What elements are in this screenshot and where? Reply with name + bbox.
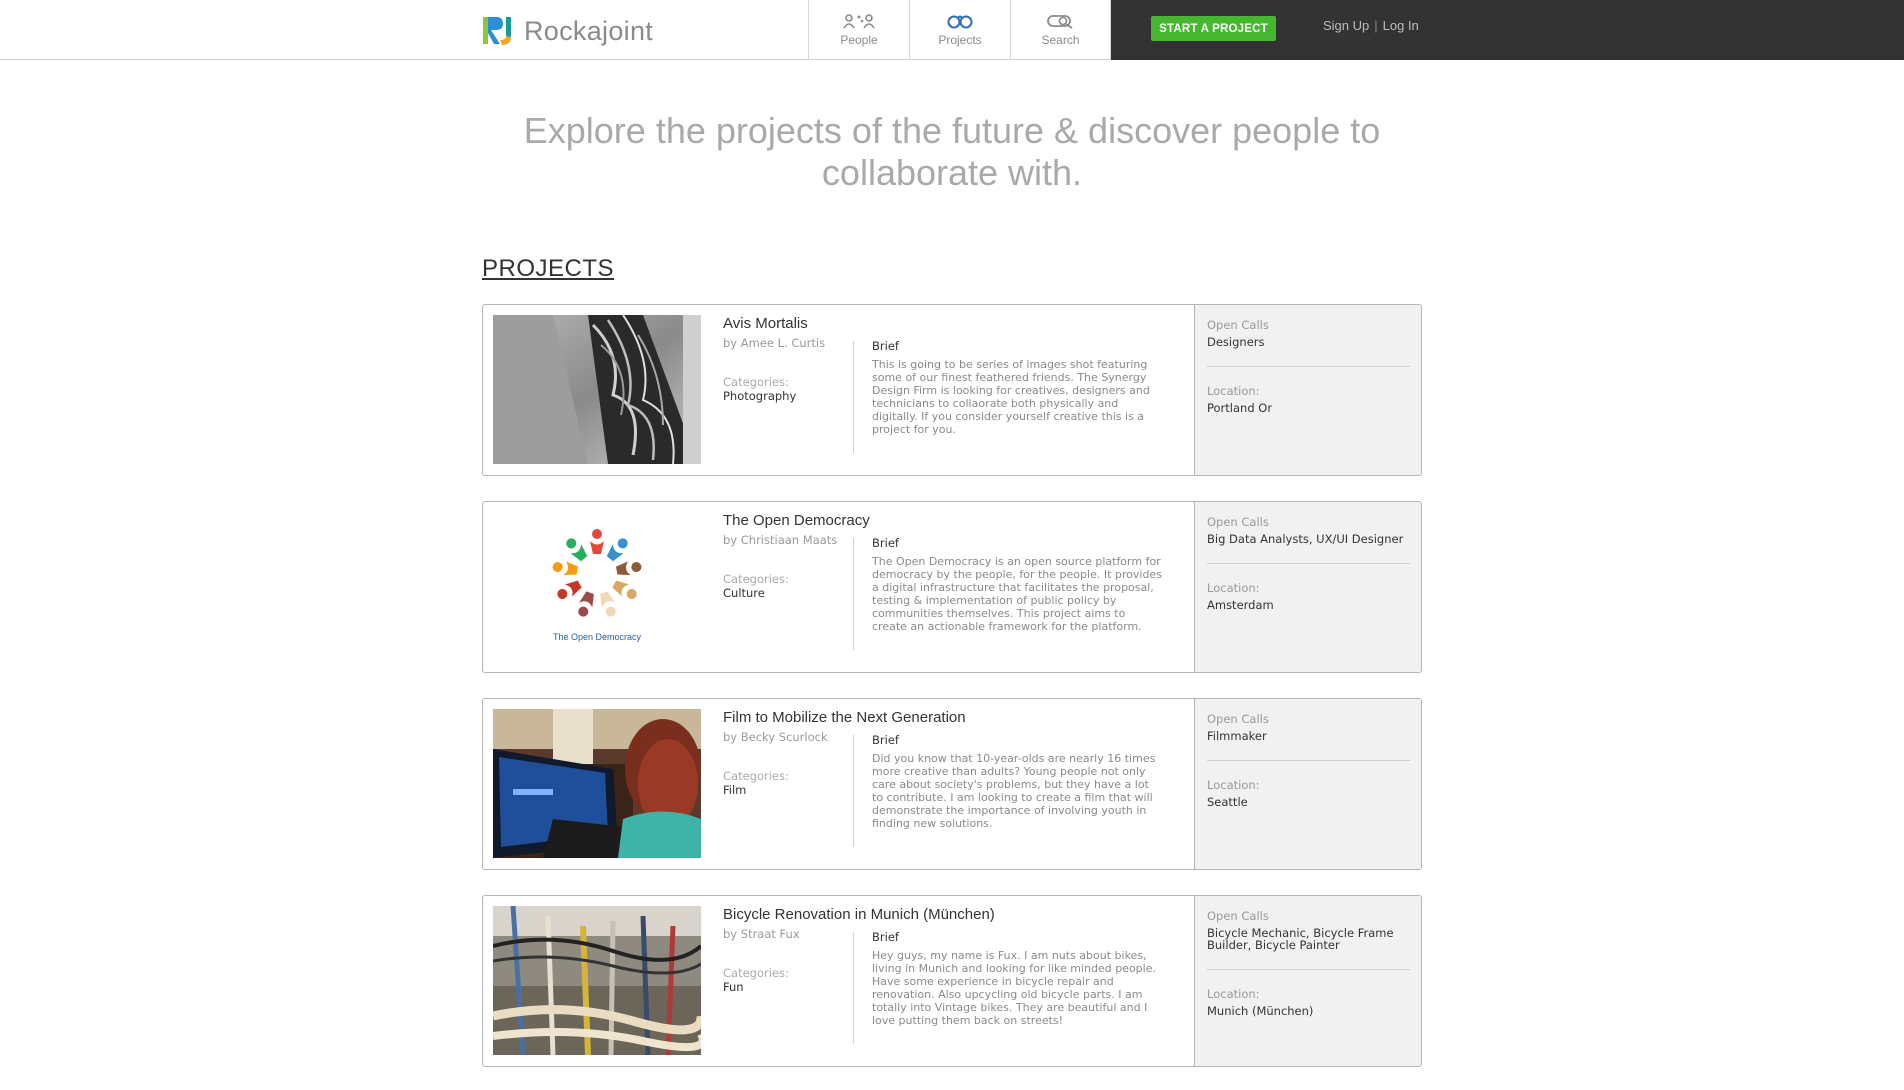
vintage-bicycles-photo[interactable] [493,906,701,1055]
search-icon [1046,13,1076,29]
hero-tagline: Explore the projects of the future & dis… [482,110,1422,194]
card-divider [853,932,854,1044]
location-label: Location: [1207,778,1260,792]
brief-label: Brief [872,930,899,944]
project-card[interactable]: Bicycle Renovation in Munich (München) b… [482,895,1422,1067]
sign-up-link[interactable]: Sign Up [1323,18,1369,33]
category-value[interactable]: Film [723,783,746,797]
categories-label: Categories: [723,572,789,586]
project-side-panel: Open Calls Bicycle Mechanic, Bicycle Fra… [1194,896,1421,1066]
location-label: Location: [1207,384,1260,398]
category-value[interactable]: Culture [723,586,765,600]
brief-label: Brief [872,536,899,550]
brief-text: This is going to be series of images sho… [872,358,1150,436]
start-project-button[interactable]: START A PROJECT [1151,16,1276,41]
card-divider [853,341,854,453]
projects-icon [946,13,974,29]
project-byline: by Christiaan Maats [723,533,837,547]
location-label: Location: [1207,987,1260,1001]
side-panel-divider [1207,366,1410,367]
logo-text: Rockajoint [524,15,654,46]
project-author-link[interactable]: Straat Fux [741,927,800,941]
brief-text: The Open Democracy is an open source pla… [872,555,1162,633]
open-calls-value: Big Data Analysts, UX/UI Designer [1207,532,1404,546]
open-calls-value: Filmmaker [1207,729,1267,743]
project-title[interactable]: The Open Democracy [723,512,870,529]
nav-people[interactable]: People [808,0,909,60]
project-byline: by Straat Fux [723,927,800,941]
open-calls-label: Open Calls [1207,515,1269,529]
open-calls-label: Open Calls [1207,712,1269,726]
side-panel-divider [1207,563,1410,564]
location-value: Portland Or [1207,401,1273,415]
categories-label: Categories: [723,769,789,783]
project-title[interactable]: Avis Mortalis [723,315,808,332]
brief-text: Hey guys, my name is Fux. I am nuts abou… [872,949,1156,1027]
side-panel-divider [1207,760,1410,761]
nav-search-label: Search [1041,33,1080,47]
by-label: by [723,336,738,350]
site-logo[interactable]: Rockajoint [482,14,653,48]
auth-links: Sign Up | Log In [1323,18,1419,33]
hero-line-2: collaborate with. [821,152,1083,193]
project-side-panel: Open Calls Filmmaker Location: Seattle [1194,699,1421,869]
project-side-panel: Open Calls Designers Location: Portland … [1194,305,1421,475]
project-author-link[interactable]: Becky Scurlock [741,730,828,744]
brief-label: Brief [872,733,899,747]
open-calls-value: Bicycle Mechanic, Bicycle Frame Builder,… [1207,926,1394,952]
side-panel-divider [1207,969,1410,970]
project-card[interactable]: The Open Democracy The Open Democracy by… [482,501,1422,673]
open-calls-label: Open Calls [1207,318,1269,332]
location-value: Seattle [1207,795,1248,809]
category-value[interactable]: Fun [723,980,744,994]
hero-line-1: Explore the projects of the future & dis… [523,110,1381,151]
nav-projects[interactable]: Projects [909,0,1010,60]
project-title[interactable]: Bicycle Renovation in Munich (München) [723,906,995,923]
open-calls-value: Designers [1207,335,1265,349]
by-label: by [723,730,738,744]
section-title-projects[interactable]: PROJECTS [482,255,614,283]
card-divider [853,538,854,650]
open-democracy-logo[interactable]: The Open Democracy [493,512,701,661]
category-value[interactable]: Photography [723,389,796,403]
log-in-link[interactable]: Log In [1383,18,1419,33]
brief-label: Brief [872,339,899,353]
people-icon [843,13,875,29]
project-card[interactable]: Avis Mortalis by Amee L. Curtis Categori… [482,304,1422,476]
nav-people-label: People [840,33,878,47]
project-author-link[interactable]: Amee L. Curtis [741,336,825,350]
location-label: Location: [1207,581,1260,595]
project-title[interactable]: Film to Mobilize the Next Generation [723,709,966,726]
nav-search[interactable]: Search [1010,0,1111,60]
top-navigation-bar: Rockajoint People Projects Search START … [0,0,1904,60]
project-byline: by Amee L. Curtis [723,336,825,350]
main-nav: People Projects Search [808,0,1111,60]
girl-with-laptop-photo[interactable] [493,709,701,858]
by-label: by [723,533,738,547]
open-calls-label: Open Calls [1207,909,1269,923]
project-author-link[interactable]: Christiaan Maats [741,533,838,547]
categories-label: Categories: [723,375,789,389]
location-value: Munich (München) [1207,1004,1314,1018]
open-democracy-logo-caption: The Open Democracy [553,632,642,642]
project-card[interactable]: Film to Mobilize the Next Generation by … [482,698,1422,870]
brief-text: Did you know that 10-year-olds are nearl… [872,752,1156,830]
nav-projects-label: Projects [938,33,982,47]
by-label: by [723,927,738,941]
project-byline: by Becky Scurlock [723,730,828,744]
location-value: Amsterdam [1207,598,1274,612]
card-divider [853,735,854,847]
categories-label: Categories: [723,966,789,980]
project-side-panel: Open Calls Big Data Analysts, UX/UI Desi… [1194,502,1421,672]
rockajoint-logo-icon [482,15,518,47]
feathered-jacket-photo[interactable] [493,315,701,464]
auth-separator: | [1374,18,1378,33]
